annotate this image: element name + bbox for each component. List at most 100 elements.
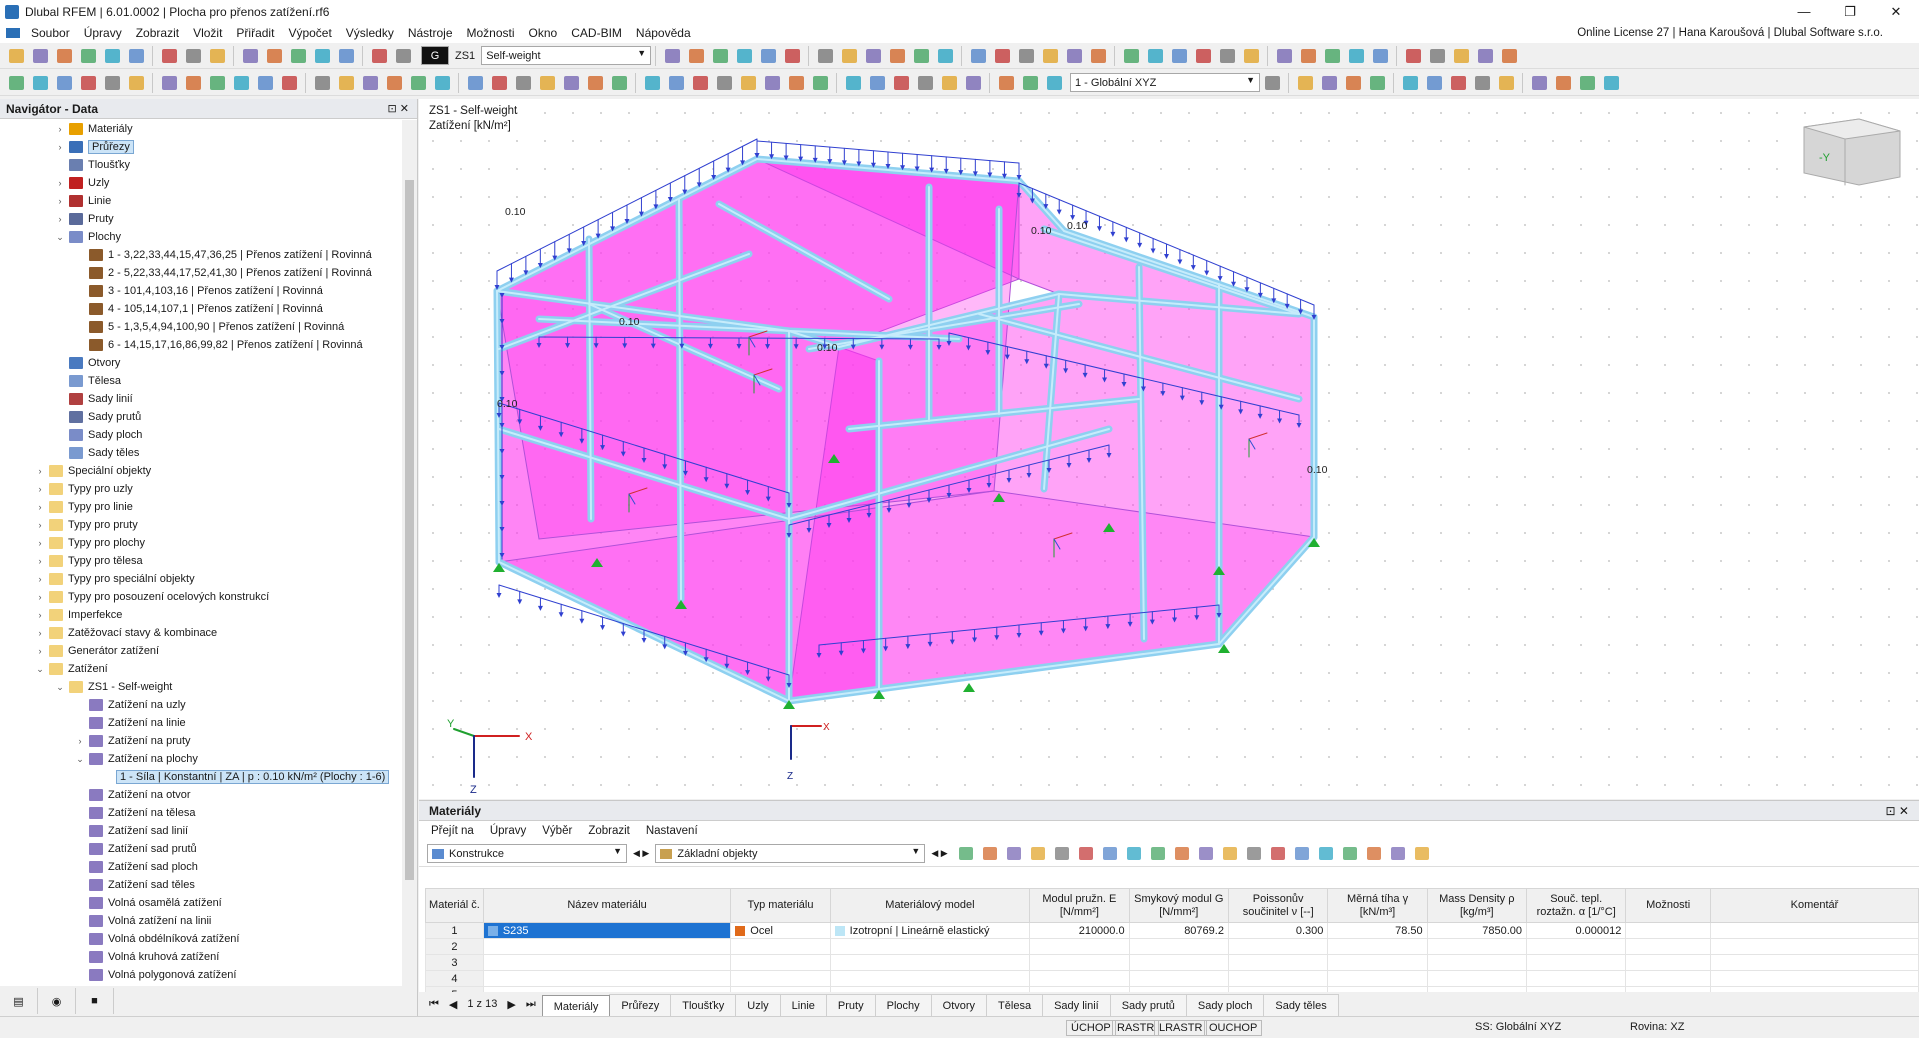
toolbar-tool-icon[interactable] (1399, 72, 1421, 94)
toolbar-tool-icon[interactable] (29, 72, 51, 94)
table-tool-icon[interactable] (1219, 844, 1241, 864)
toolbar-tool-icon[interactable] (431, 72, 453, 94)
table-cell[interactable] (482, 954, 732, 971)
tree-item[interactable]: Sady prutů (0, 408, 403, 426)
tab-11[interactable]: Sady ploch (1185, 994, 1265, 1016)
toolbar-tool-icon[interactable] (1345, 45, 1367, 67)
table-tool-icon[interactable] (1171, 844, 1193, 864)
expand-chevron-icon[interactable]: › (34, 520, 46, 530)
snap-toggle[interactable]: ÚCHOP (1066, 1020, 1116, 1036)
toolbar-tool-icon[interactable] (5, 45, 27, 67)
panel-menu-select[interactable]: Výběr (542, 825, 572, 837)
tab-0[interactable]: Materiály (541, 995, 611, 1017)
toolbar-tool-icon[interactable] (1019, 72, 1041, 94)
toolbar-tool-icon[interactable] (311, 72, 333, 94)
toolbar-tool-icon[interactable] (263, 45, 285, 67)
expand-chevron-icon[interactable]: ⌄ (34, 664, 46, 675)
tree-item[interactable]: 2 - 5,22,33,44,17,52,41,30 | Přenos zatí… (0, 264, 403, 282)
column-header[interactable]: Typ materiálu (730, 888, 831, 923)
table-row[interactable]: 4 (425, 970, 1919, 987)
toolbar-tool-icon[interactable] (1015, 45, 1037, 67)
menu-vysledky[interactable]: Výsledky (339, 26, 401, 40)
tree-item[interactable]: Tělesa (0, 372, 403, 390)
column-header[interactable]: Materiál č. (425, 888, 484, 923)
table-cell[interactable] (1327, 970, 1428, 987)
tree-item[interactable]: › Pruty (0, 210, 403, 228)
table-cell[interactable] (1625, 970, 1711, 987)
toolbar-tool-icon[interactable] (1294, 72, 1316, 94)
expand-chevron-icon[interactable]: › (34, 628, 46, 638)
toolbar-tool-icon[interactable] (761, 72, 783, 94)
toolbar-tool-icon[interactable] (1087, 45, 1109, 67)
toolbar-tool-icon[interactable] (206, 45, 228, 67)
toolbar-tool-icon[interactable] (661, 45, 683, 67)
table-cell[interactable] (1029, 970, 1130, 987)
table-tool-icon[interactable] (1147, 844, 1169, 864)
tab-7[interactable]: Otvory (930, 994, 988, 1016)
toolbar-tool-icon[interactable] (536, 72, 558, 94)
menu-upravy[interactable]: Úpravy (77, 26, 129, 40)
table-tool-icon[interactable] (955, 844, 977, 864)
toolbar-tool-icon[interactable] (967, 45, 989, 67)
table-cell[interactable]: S235 (482, 922, 732, 939)
toolbar-tool-icon[interactable] (838, 45, 860, 67)
tree-item[interactable]: › Linie (0, 192, 403, 210)
grid-toggle[interactable]: RASTR (1112, 1020, 1160, 1036)
toolbar-tool-icon[interactable] (665, 72, 687, 94)
toolbar-tool-icon[interactable] (584, 72, 606, 94)
tree-item[interactable]: Zatížení na uzly (0, 696, 403, 714)
tab-3[interactable]: Uzly (735, 994, 781, 1016)
tab-6[interactable]: Plochy (874, 994, 932, 1016)
prev-page-icon[interactable]: ◀ (449, 998, 457, 1011)
wall-surface-back[interactable] (496, 158, 1020, 540)
expand-chevron-icon[interactable]: › (34, 484, 46, 494)
support-icon[interactable] (963, 683, 975, 692)
table-cell[interactable] (1426, 970, 1527, 987)
toolbar-tool-icon[interactable] (560, 72, 582, 94)
toolbar-tool-icon[interactable] (53, 72, 75, 94)
table-tool-icon[interactable] (1003, 844, 1025, 864)
tree-item[interactable]: › Typy pro posouzení ocelových konstrukcí (0, 588, 403, 606)
table-row[interactable]: 1 S235 Ocel Izotropní | Lineárně elastický 2… (425, 922, 1919, 939)
tree-item[interactable]: Volná kruhová zatížení (0, 948, 403, 966)
table-cell[interactable]: 0.000012 (1525, 922, 1627, 939)
column-header[interactable]: Modul pružn. E [N/mm²] (1029, 888, 1130, 923)
toolbar-tool-icon[interactable] (1528, 72, 1550, 94)
panel-menu-view[interactable]: Zobrazit (588, 825, 630, 837)
toolbar-tool-icon[interactable] (995, 72, 1017, 94)
data-tab-icon[interactable]: ▤ (0, 988, 38, 1014)
toolbar-tool-icon[interactable] (814, 45, 836, 67)
toolbar-tool-icon[interactable] (287, 45, 309, 67)
toolbar-tool-icon[interactable] (1318, 72, 1340, 94)
tree-item[interactable]: Volná obdélníková zatížení (0, 930, 403, 948)
expand-chevron-icon[interactable]: › (34, 574, 46, 584)
toolbar-tool-icon[interactable] (1168, 45, 1190, 67)
toolbar-tool-icon[interactable] (182, 45, 204, 67)
table-cell[interactable] (1709, 970, 1919, 987)
column-header[interactable]: Materiálový model (829, 888, 1031, 923)
toolbar-tool-icon[interactable] (359, 72, 381, 94)
table-tool-icon[interactable] (1339, 844, 1361, 864)
tree-item[interactable]: Zatížení sad těles (0, 876, 403, 894)
menu-zobrazit[interactable]: Zobrazit (129, 26, 186, 40)
expand-chevron-icon[interactable]: › (54, 178, 66, 188)
table-cell[interactable] (1426, 938, 1527, 955)
toolbar-tool-icon[interactable] (938, 72, 960, 94)
column-header[interactable]: Mass Density ρ [kg/m³] (1426, 888, 1527, 923)
first-page-icon[interactable]: ⏮ (429, 998, 439, 1011)
tree-item[interactable]: Zatížení sad linií (0, 822, 403, 840)
toolbar-tool-icon[interactable] (685, 45, 707, 67)
tree-item[interactable]: › Typy pro plochy (0, 534, 403, 552)
expand-chevron-icon[interactable]: › (54, 142, 66, 152)
toolbar-tool-icon[interactable] (962, 72, 984, 94)
toolbar-tool-icon[interactable] (1369, 45, 1391, 67)
expand-chevron-icon[interactable]: › (54, 214, 66, 224)
expand-chevron-icon[interactable]: ⌄ (54, 232, 66, 243)
table-cell[interactable]: 78.50 (1327, 922, 1428, 939)
toolbar-tool-icon[interactable] (254, 72, 276, 94)
table-cell[interactable]: 2 (425, 938, 484, 955)
column-header[interactable]: Smykový modul G [N/mm²] (1128, 888, 1229, 923)
tab-4[interactable]: Linie (779, 994, 827, 1016)
toolbar-tool-icon[interactable] (1039, 45, 1061, 67)
tab-9[interactable]: Sady linií (1042, 994, 1111, 1016)
